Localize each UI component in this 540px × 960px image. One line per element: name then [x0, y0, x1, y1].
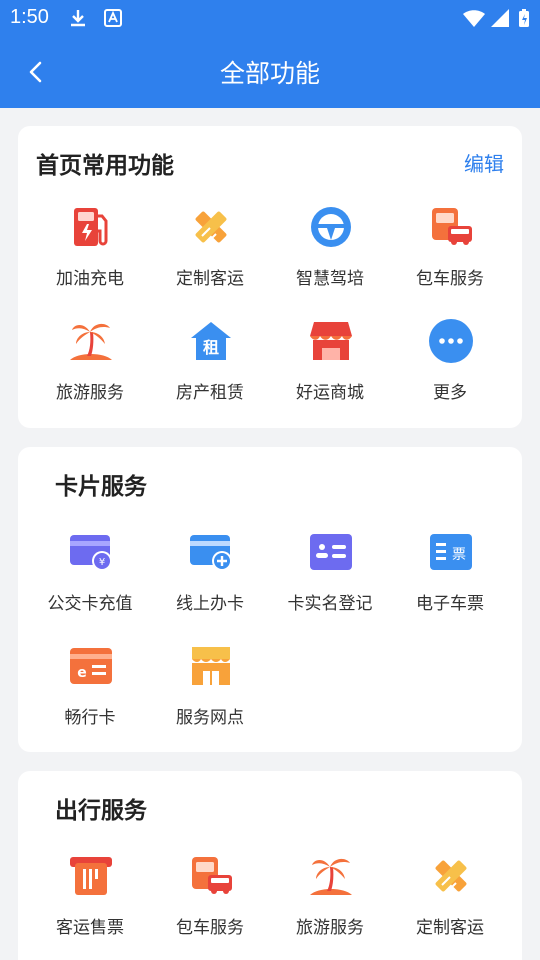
- tile-label: 旅游服务: [296, 918, 364, 938]
- card-services-title: 卡片服务: [55, 474, 147, 500]
- tile-label: 畅行卡: [64, 708, 116, 728]
- page-title: 全部功能: [219, 59, 320, 88]
- card-add-icon: [190, 535, 232, 571]
- card-services-card: 卡片服务 ¥ 公交卡充值 线上办卡 卡实名登记 票 电子车票 e 畅行卡 服务网…: [18, 447, 522, 752]
- svg-text:e: e: [77, 665, 87, 681]
- tile-tourism-2[interactable]: 旅游服务: [270, 853, 390, 957]
- tile-label: 客运售票: [56, 918, 124, 938]
- bus-car-icon: [192, 857, 232, 894]
- svg-text:租: 租: [203, 338, 219, 357]
- tile-fuel-charge[interactable]: 加油充电: [30, 204, 150, 308]
- edit-button[interactable]: 编辑: [464, 148, 504, 177]
- common-functions-title: 首页常用功能: [36, 153, 174, 179]
- tile-e-ticket[interactable]: 票 电子车票: [390, 529, 510, 633]
- wifi-icon: [463, 10, 485, 27]
- download-icon: [71, 10, 85, 27]
- tile-custom-passenger[interactable]: 定制客运: [150, 204, 270, 308]
- app-header-bar: 1:50 全部功能: [0, 0, 540, 108]
- tile-service-outlets[interactable]: 服务网点: [150, 643, 270, 747]
- tile-more[interactable]: 更多: [390, 318, 510, 422]
- tile-bus-card-topup[interactable]: ¥ 公交卡充值: [30, 529, 150, 633]
- storefront-icon: [192, 647, 230, 685]
- status-time: 1:50: [10, 6, 49, 28]
- id-card-icon: [310, 534, 352, 570]
- shop-icon: [310, 322, 352, 360]
- svg-text:¥: ¥: [99, 557, 105, 568]
- house-rent-icon: 租: [191, 322, 231, 360]
- fuel-charge-icon: [74, 208, 108, 246]
- tile-label: 更多: [433, 383, 467, 403]
- app-notification-icon: [104, 9, 122, 27]
- signal-icon: [491, 9, 509, 27]
- tile-label: 电子车票: [416, 594, 484, 614]
- tile-house-rental[interactable]: 租 房产租赁: [150, 318, 270, 422]
- tile-tourism[interactable]: 旅游服务: [30, 318, 150, 422]
- pencil-ruler-icon: [435, 860, 467, 892]
- battery-icon: [519, 9, 529, 27]
- tile-label: 房产租赁: [176, 383, 244, 403]
- travel-services-card: 出行服务 客运售票 包车服务 旅游服务 定制客运: [18, 771, 522, 960]
- tile-custom-passenger-2[interactable]: 定制客运: [390, 853, 510, 957]
- status-bar: 1:50: [0, 0, 540, 36]
- common-functions-card: 首页常用功能 编辑 加油充电 定制客运 智慧驾培 包车服务 旅游服务 租 房产租…: [18, 126, 522, 428]
- palm-island-icon: [70, 323, 112, 360]
- pencil-ruler-icon: [195, 211, 227, 243]
- tile-label: 定制客运: [176, 269, 244, 289]
- tile-label: 智慧驾培: [296, 269, 364, 289]
- tile-label: 服务网点: [176, 708, 244, 728]
- card-yuan-icon: ¥: [70, 535, 112, 571]
- tile-label: 卡实名登记: [287, 594, 373, 614]
- ticket-icon: 票: [430, 534, 472, 570]
- tile-online-card[interactable]: 线上办卡: [150, 529, 270, 633]
- ticket-machine-icon: [70, 857, 112, 895]
- e-card-icon: e: [70, 648, 112, 684]
- tile-driving-training[interactable]: 智慧驾培: [270, 204, 390, 308]
- tile-charter-service[interactable]: 包车服务: [390, 204, 510, 308]
- tile-label: 旅游服务: [56, 383, 124, 403]
- tile-label: 包车服务: [416, 269, 484, 289]
- more-dots-icon: [429, 319, 473, 363]
- bus-car-icon: [432, 208, 472, 245]
- tile-smooth-card[interactable]: e 畅行卡: [30, 643, 150, 747]
- tile-label: 定制客运: [416, 918, 484, 938]
- tile-label: 包车服务: [176, 918, 244, 938]
- palm-island-icon: [310, 858, 352, 895]
- travel-services-title: 出行服务: [55, 798, 147, 824]
- tile-label: 线上办卡: [176, 594, 244, 614]
- tile-label: 加油充电: [56, 269, 124, 289]
- tile-mall[interactable]: 好运商城: [270, 318, 390, 422]
- nav-header: 全部功能: [0, 36, 540, 108]
- tile-card-realname[interactable]: 卡实名登记: [270, 529, 390, 633]
- tile-label: 公交卡充值: [47, 594, 133, 614]
- tile-label: 好运商城: [296, 383, 364, 403]
- steering-wheel-icon: [311, 207, 351, 247]
- svg-text:票: 票: [452, 547, 466, 563]
- tile-passenger-ticketing[interactable]: 客运售票: [30, 853, 150, 957]
- tile-charter-service-2[interactable]: 包车服务: [150, 853, 270, 957]
